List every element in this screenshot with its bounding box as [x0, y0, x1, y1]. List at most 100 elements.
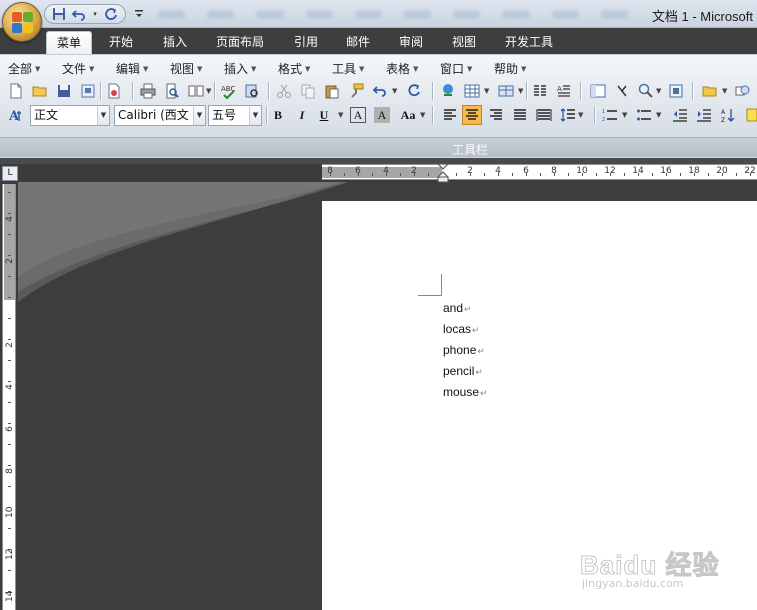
document-line[interactable]: phone↵: [443, 342, 488, 363]
redo-icon[interactable]: [404, 81, 424, 101]
save-icon[interactable]: [54, 81, 74, 101]
undo-dropdown-icon[interactable]: ▼: [392, 87, 397, 95]
distributed-icon[interactable]: [534, 105, 554, 125]
open-folder-icon[interactable]: [30, 81, 50, 101]
tab-developer[interactable]: 开发工具: [496, 31, 562, 54]
tab-review[interactable]: 审阅: [388, 31, 434, 54]
align-left-icon[interactable]: [440, 105, 460, 125]
increase-indent-icon[interactable]: [694, 105, 714, 125]
paste-icon[interactable]: [322, 81, 342, 101]
tab-view[interactable]: 视图: [441, 31, 487, 54]
columns-icon[interactable]: [530, 81, 550, 101]
change-case-dropdown-icon[interactable]: ▼: [420, 111, 425, 119]
read-mode-dropdown-icon[interactable]: ▼: [206, 87, 211, 95]
text-direction-icon[interactable]: A: [554, 81, 574, 101]
align-right-icon[interactable]: [486, 105, 506, 125]
font-size-select[interactable]: 五号 ▼: [208, 105, 262, 126]
folder-dropdown-icon[interactable]: ▼: [722, 87, 727, 95]
font-size-arrow-icon[interactable]: ▼: [249, 106, 261, 125]
table-icon[interactable]: [462, 81, 482, 101]
font-select[interactable]: Calibri (西文 ▼: [114, 105, 206, 126]
print-icon[interactable]: [138, 81, 158, 101]
sort-icon[interactable]: AZ: [718, 105, 738, 125]
full-screen-icon[interactable]: [666, 81, 686, 101]
menu-all[interactable]: 全部 ▼: [8, 60, 40, 78]
document-map-icon[interactable]: [588, 81, 608, 101]
bold-button[interactable]: B: [268, 105, 288, 125]
shapes-icon[interactable]: [732, 81, 752, 101]
copy-icon[interactable]: [298, 81, 318, 101]
tab-selector[interactable]: L: [2, 166, 18, 181]
numbering-dropdown-icon[interactable]: ▼: [622, 111, 627, 119]
bullets-dropdown-icon[interactable]: ▼: [656, 111, 661, 119]
new-document-icon[interactable]: [6, 81, 26, 101]
change-case-button[interactable]: Aa: [396, 105, 420, 125]
italic-button[interactable]: I: [292, 105, 312, 125]
document-body[interactable]: and↵ locas↵ phone↵ pencil↵ mouse↵: [443, 300, 488, 405]
underline-dropdown-icon[interactable]: ▼: [338, 111, 343, 119]
menu-edit-label: 编辑: [116, 62, 141, 76]
menu-view[interactable]: 视图 ▼: [170, 60, 202, 78]
tab-menu[interactable]: 菜单: [46, 31, 92, 54]
folder-icon[interactable]: [700, 81, 720, 101]
menu-window[interactable]: 窗口 ▼: [440, 60, 472, 78]
zoom-dropdown-icon[interactable]: ▼: [656, 87, 661, 95]
menu-table[interactable]: 表格 ▼: [386, 60, 418, 78]
document-line[interactable]: mouse↵: [443, 384, 488, 405]
style-select-arrow-icon[interactable]: ▼: [97, 106, 109, 125]
tab-mailings[interactable]: 邮件: [335, 31, 381, 54]
vertical-ruler[interactable]: 4 2 2 4 6 8 10 12 14: [2, 184, 16, 610]
show-hide-icon[interactable]: [612, 81, 632, 101]
print-preview-icon[interactable]: [162, 81, 182, 101]
menu-tools[interactable]: 工具 ▼: [332, 60, 364, 78]
char-shading-button[interactable]: A: [374, 107, 390, 123]
tab-insert[interactable]: 插入: [152, 31, 198, 54]
ruler-tick: [8, 507, 11, 508]
numbering-icon[interactable]: 12: [600, 105, 620, 125]
line-spacing-dropdown-icon[interactable]: ▼: [578, 111, 583, 119]
style-select[interactable]: 正文 ▼: [30, 105, 110, 126]
document-line[interactable]: pencil↵: [443, 363, 488, 384]
document-line[interactable]: and↵: [443, 300, 488, 321]
indent-marker-icon[interactable]: [436, 163, 450, 183]
undo-icon[interactable]: [370, 81, 390, 101]
format-painter-icon[interactable]: [346, 81, 366, 101]
justify-icon[interactable]: [510, 105, 530, 125]
insert-table-icon[interactable]: [496, 81, 516, 101]
zoom-icon[interactable]: [636, 81, 656, 101]
table-dropdown-icon[interactable]: ▼: [484, 87, 489, 95]
permission-icon[interactable]: [78, 81, 98, 101]
underline-button[interactable]: U: [314, 105, 334, 125]
styles-icon[interactable]: A: [6, 105, 26, 125]
cut-icon[interactable]: [274, 81, 294, 101]
read-mode-icon[interactable]: [186, 81, 206, 101]
spelling-icon[interactable]: ABC: [218, 81, 238, 101]
undo-dropdown-icon[interactable]: ▾: [91, 6, 99, 22]
menu-file[interactable]: 文件 ▼: [62, 60, 94, 78]
font-select-arrow-icon[interactable]: ▼: [193, 106, 205, 125]
menu-insert[interactable]: 插入 ▼: [224, 60, 256, 78]
pdf-icon[interactable]: [104, 81, 124, 101]
align-center-icon[interactable]: [462, 105, 482, 125]
hyperlink-icon[interactable]: [438, 81, 458, 101]
tab-home[interactable]: 开始: [98, 31, 144, 54]
bullets-icon[interactable]: [634, 105, 654, 125]
tab-references[interactable]: 引用: [283, 31, 329, 54]
highlight-icon[interactable]: [742, 105, 757, 125]
menu-format[interactable]: 格式 ▼: [278, 60, 310, 78]
decrease-indent-icon[interactable]: [670, 105, 690, 125]
menu-edit[interactable]: 编辑 ▼: [116, 60, 148, 78]
tab-page-layout[interactable]: 页面布局: [208, 31, 272, 54]
document-line[interactable]: locas↵: [443, 321, 488, 342]
insert-table-dropdown-icon[interactable]: ▼: [518, 87, 523, 95]
horizontal-ruler[interactable]: 8 6 4 2 2 4 6 8 10 12 14 16 18 20 22: [322, 164, 757, 180]
office-button[interactable]: [2, 2, 42, 42]
redo-icon[interactable]: [103, 6, 119, 22]
char-border-button[interactable]: A: [350, 107, 366, 123]
undo-icon[interactable]: [71, 6, 87, 22]
customize-qat-icon[interactable]: [134, 8, 144, 20]
save-icon[interactable]: [51, 6, 67, 22]
menu-help[interactable]: 帮助 ▼: [494, 60, 526, 78]
line-spacing-icon[interactable]: [558, 105, 578, 125]
research-icon[interactable]: [242, 81, 262, 101]
